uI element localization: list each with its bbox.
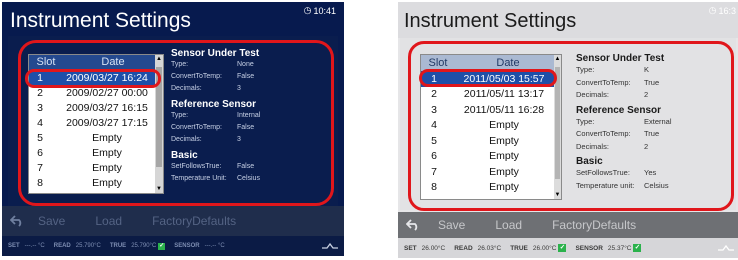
load-button[interactable]: Load	[95, 214, 122, 228]
sensor-value: ---.-- °C	[204, 243, 225, 249]
factory-defaults-button[interactable]: FactoryDefaults	[152, 214, 236, 228]
page-title: Instrument Settings	[10, 9, 191, 32]
set-value: 26.00°C	[421, 244, 446, 252]
back-arrow-icon[interactable]	[10, 215, 24, 227]
status-bar: SET 26.00°C READ 26.03°C TRUE 26.00°C ✓ …	[398, 238, 738, 258]
back-arrow-icon[interactable]	[406, 219, 420, 231]
highlight-outline	[18, 40, 334, 206]
read-value: 26.03°C	[477, 244, 502, 252]
load-button[interactable]: Load	[495, 218, 522, 232]
action-toolbar: Save Load FactoryDefaults	[398, 212, 738, 238]
sensor-value: 25.37°C	[607, 244, 632, 252]
save-button[interactable]: Save	[38, 214, 65, 228]
checkmark-icon: ✓	[158, 242, 166, 250]
clock: ◷ 16:3	[709, 5, 736, 16]
factory-defaults-button[interactable]: FactoryDefaults	[552, 218, 636, 232]
true-label: TRUE	[510, 244, 528, 252]
read-label: READ	[454, 244, 473, 252]
set-label: SET	[404, 244, 417, 252]
highlight-row-outline	[25, 69, 161, 88]
action-toolbar: Save Load FactoryDefaults	[2, 206, 344, 236]
set-value: ---.-- °C	[24, 243, 45, 249]
true-label: TRUE	[109, 243, 127, 249]
sensor-label: SENSOR	[174, 243, 200, 249]
waveform-icon	[322, 242, 338, 249]
true-value: 26.00°C	[532, 244, 557, 252]
waveform-icon	[718, 244, 734, 251]
read-label: READ	[53, 243, 71, 249]
checkmark-icon: ✓	[558, 244, 567, 252]
title-bar: Instrument Settings ◷ 10:41	[2, 2, 344, 36]
true-value: 25.790°C	[131, 243, 157, 249]
set-label: SET	[8, 243, 20, 249]
clock-icon: ◷	[708, 5, 717, 15]
page-title: Instrument Settings	[404, 10, 577, 32]
title-bar: Instrument Settings ◷ 16:3	[398, 2, 738, 38]
sensor-label: SENSOR	[575, 244, 603, 252]
clock-time: 16:3	[718, 5, 736, 16]
instrument-settings-screen-new: Instrument Settings ◷ 16:3 Slot Date 1 20…	[398, 2, 738, 258]
status-bar: SET ---.-- °C READ 25.790°C TRUE 25.790°…	[2, 236, 344, 256]
clock: ◷ 10:41	[304, 5, 336, 16]
highlight-outline	[408, 41, 734, 211]
checkmark-icon: ✓	[633, 244, 642, 252]
clock-time: 10:41	[313, 5, 336, 16]
instrument-settings-screen-old: Instrument Settings ◷ 10:41 Slot Date 12…	[2, 2, 344, 256]
clock-icon: ◷	[303, 5, 312, 15]
read-value: 25.790°C	[75, 243, 101, 249]
save-button[interactable]: Save	[438, 218, 465, 232]
highlight-row-outline	[419, 69, 557, 87]
